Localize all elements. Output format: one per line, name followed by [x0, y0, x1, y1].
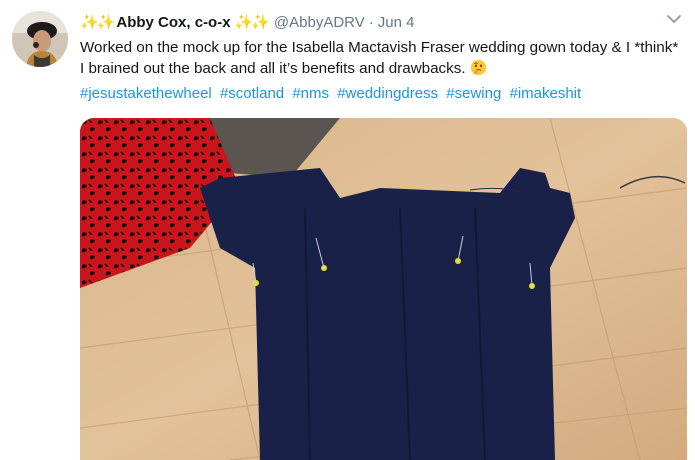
- chevron-down-icon[interactable]: [667, 14, 681, 24]
- tweet-body: Worked on the mock up for the Isabella M…: [80, 39, 679, 77]
- tweet-photo[interactable]: [80, 118, 687, 460]
- user-handle[interactable]: @AbbyADRV: [274, 14, 365, 31]
- thinking-face-icon: [470, 59, 486, 76]
- hashtag-link[interactable]: #sewing: [446, 85, 501, 102]
- avatar[interactable]: [12, 11, 68, 67]
- tweet-header: ✨✨ Abby Cox, c-o-x ✨✨ @AbbyADRV · Jun 4: [80, 12, 675, 32]
- display-name[interactable]: Abby Cox, c-o-x: [116, 14, 230, 31]
- hashtag-link[interactable]: #weddingdress: [337, 85, 438, 102]
- tweet-date[interactable]: Jun 4: [378, 14, 415, 31]
- hashtag-link[interactable]: #nms: [292, 85, 329, 102]
- sparkles-icon: ✨✨: [234, 14, 270, 31]
- photo-image: [80, 118, 687, 460]
- sparkles-icon: ✨✨: [80, 14, 115, 31]
- hashtag-link[interactable]: #scotland: [220, 85, 284, 102]
- hashtag-link[interactable]: #jesustakethewheel: [80, 85, 212, 102]
- hashtag-list: #jesustakethewheel #scotland #nms #weddi…: [80, 84, 680, 104]
- tweet-text: Worked on the mock up for the Isabella M…: [80, 37, 680, 79]
- separator-dot: ·: [368, 13, 374, 31]
- hashtag-link[interactable]: #imakeshit: [509, 85, 581, 102]
- tweet-card[interactable]: ✨✨ Abby Cox, c-o-x ✨✨ @AbbyADRV · Jun 4 …: [0, 0, 695, 460]
